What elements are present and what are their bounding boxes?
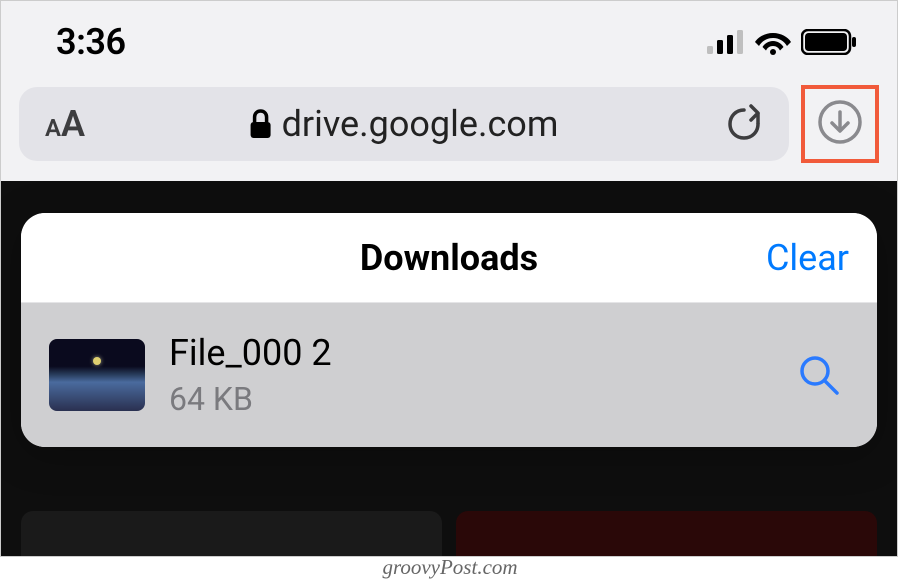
file-size: 64 KB (169, 380, 773, 418)
status-bar: 3:36 (1, 1, 897, 79)
status-icons (707, 29, 857, 55)
content-thumbnail (456, 511, 877, 557)
url-text: drive.google.com (282, 103, 559, 145)
battery-icon (801, 29, 857, 55)
lock-icon (250, 109, 272, 139)
popover-header: Downloads Clear (21, 213, 877, 303)
cellular-signal-icon (707, 30, 745, 54)
watermark: groovyPost.com (382, 555, 517, 580)
text-size-icon[interactable]: AA (45, 103, 85, 145)
download-item[interactable]: File_000 2 64 KB (21, 303, 877, 447)
url-display: drive.google.com (250, 103, 559, 145)
downloads-button[interactable] (816, 98, 864, 150)
find-in-finder-button[interactable] (797, 353, 841, 397)
time-label: 3:36 (56, 21, 126, 63)
content-thumbnail (21, 511, 442, 557)
file-thumbnail (49, 339, 145, 411)
address-row: AA drive.google.com (1, 79, 897, 181)
wifi-icon (755, 29, 791, 55)
popover-title: Downloads (360, 237, 538, 279)
refresh-button[interactable] (725, 102, 763, 146)
file-info: File_000 2 64 KB (169, 332, 773, 417)
downloads-button-highlight (801, 85, 879, 163)
clear-button[interactable]: Clear (766, 237, 849, 279)
file-name: File_000 2 (169, 332, 773, 375)
address-bar[interactable]: AA drive.google.com (19, 87, 789, 161)
downloads-popover: Downloads Clear File_000 2 64 KB (21, 213, 877, 447)
